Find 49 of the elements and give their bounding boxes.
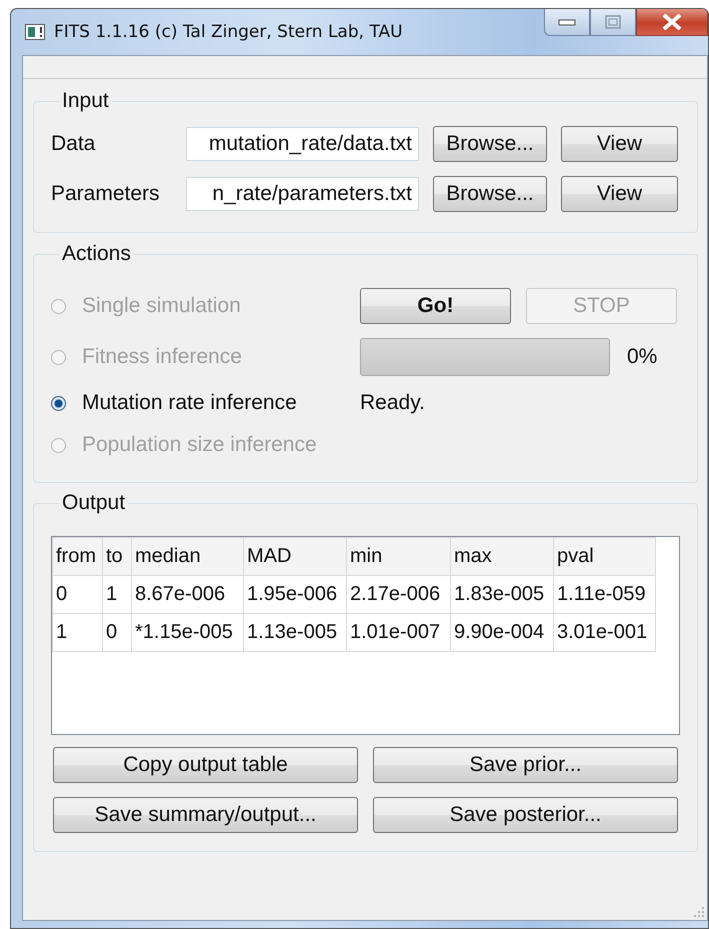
path-field[interactable]: mutation_rate/data.txt <box>186 127 419 161</box>
table-cell: 2.17e-006 <box>346 576 450 614</box>
column-header[interactable]: pval <box>554 538 656 576</box>
output-button[interactable]: Save summary/output... <box>53 797 358 833</box>
table-cell: 1.11e-059 <box>554 576 656 614</box>
window-title: FITS 1.1.16 (c) Tal Zinger, Stern Lab, TAU <box>54 22 403 42</box>
view-button[interactable]: View <box>561 126 678 162</box>
maximize-button[interactable] <box>590 9 636 36</box>
minimize-icon <box>558 18 576 26</box>
close-icon <box>661 14 683 30</box>
table-cell: 9.90e-004 <box>450 614 554 652</box>
group-title: Input <box>61 89 110 113</box>
column-header[interactable]: min <box>346 538 450 576</box>
browse-button[interactable]: Browse... <box>433 176 547 212</box>
column-header[interactable]: max <box>450 538 554 576</box>
table-cell: 1.83e-005 <box>450 576 554 614</box>
table-cell: 1.01e-007 <box>346 614 450 652</box>
table-cell: 1 <box>102 576 132 614</box>
table-cell: 3.01e-001 <box>554 614 656 652</box>
group-title: Actions <box>61 242 132 266</box>
table-cell: *1.15e-005 <box>132 614 244 652</box>
output-button[interactable]: Save posterior... <box>373 797 678 833</box>
output-button[interactable]: Copy output table <box>53 747 358 783</box>
close-button[interactable] <box>636 9 708 36</box>
table-cell: 0 <box>102 614 132 652</box>
status-text: Ready. <box>360 391 425 415</box>
app-icon <box>25 24 45 40</box>
field-label: Parameters <box>51 182 161 206</box>
path-field[interactable]: n_rate/parameters.txt <box>186 177 419 211</box>
table-cell: 8.67e-006 <box>132 576 244 614</box>
table-cell: 1 <box>52 614 102 652</box>
column-header[interactable]: to <box>102 538 132 576</box>
view-button[interactable]: View <box>561 176 678 212</box>
minimize-button[interactable] <box>544 9 590 36</box>
column-header[interactable]: MAD <box>244 538 346 576</box>
table-cell: 1.13e-005 <box>244 614 346 652</box>
browse-button[interactable]: Browse... <box>433 126 547 162</box>
radio-option[interactable]: Mutation rate inference <box>51 390 360 416</box>
output-button[interactable]: Save prior... <box>373 747 678 783</box>
maximize-icon <box>605 14 621 28</box>
table-cell: 1.95e-006 <box>244 576 346 614</box>
column-header[interactable]: from <box>52 538 102 576</box>
progress-reading: 0% <box>627 345 658 369</box>
table-cell: 0 <box>52 576 102 614</box>
go-button[interactable]: Go! <box>360 288 511 324</box>
resize-grip-icon <box>694 907 704 917</box>
group-title: Output <box>61 491 126 515</box>
field-label: Data <box>51 132 96 156</box>
column-header[interactable]: median <box>132 538 244 576</box>
